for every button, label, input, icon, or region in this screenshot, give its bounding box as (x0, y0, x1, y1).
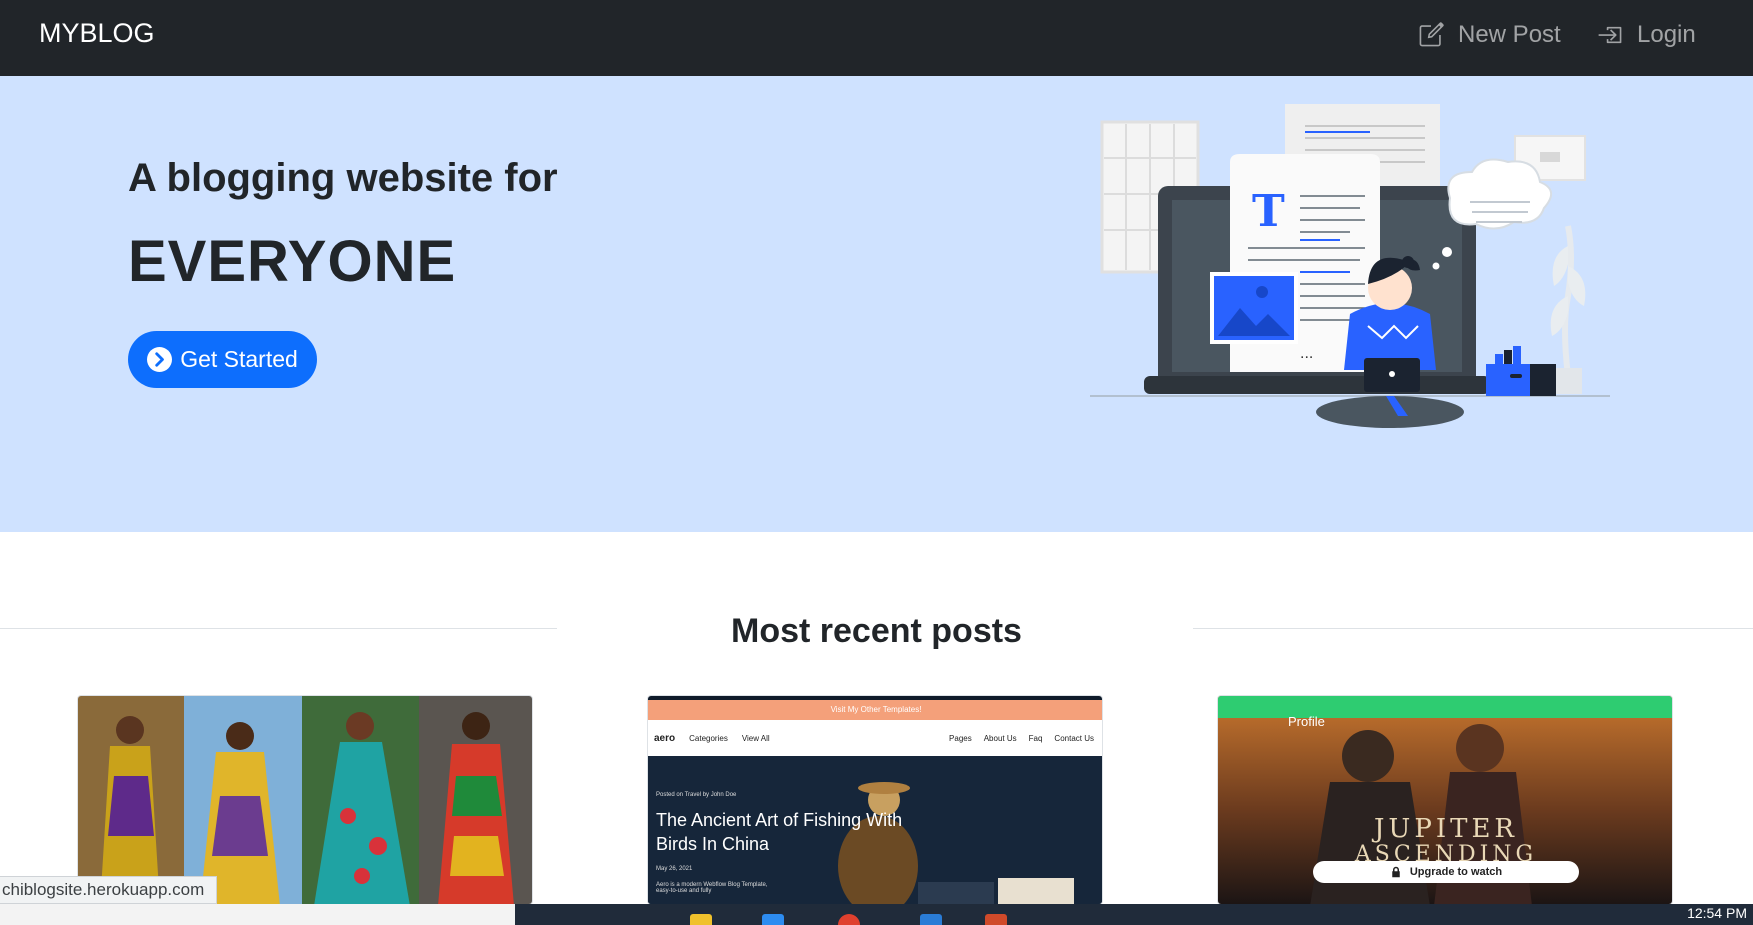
pencil-square-icon (1419, 22, 1444, 47)
get-started-button[interactable]: Get Started (128, 331, 317, 388)
hero-section: A blogging website for EVERYONE Get Star… (0, 76, 1753, 532)
template-nav-item: Pages (949, 733, 972, 743)
movie-title: JUPITER ASCENDING (1218, 814, 1672, 867)
template-nav-item: About Us (983, 733, 1017, 743)
login-link[interactable]: Login (1597, 21, 1696, 49)
template-headline: The Ancient Art of Fishing With Birds In… (656, 810, 903, 854)
movie-title-line1: JUPITER (1374, 814, 1518, 844)
brand-link[interactable]: MYBLOG (39, 18, 155, 49)
app-profile-label: Profile (1288, 714, 1325, 729)
link-status-url: chiblogsite.herokuapp.com (0, 876, 218, 904)
file-explorer-icon[interactable] (690, 914, 712, 925)
taskbar-search[interactable] (0, 904, 515, 925)
template-nav-item: View All (741, 733, 770, 743)
post-card[interactable] (77, 695, 533, 905)
upgrade-label: Upgrade to watch (1409, 866, 1503, 878)
vscode-icon[interactable] (920, 914, 942, 925)
svg-text:T: T (1252, 186, 1285, 237)
get-started-label: Get Started (180, 346, 298, 372)
chevron-circle-right-icon (147, 347, 173, 372)
post-image-fashion-collage (78, 696, 532, 904)
navbar: MYBLOG New Post Login (0, 0, 1753, 76)
new-post-label: New Post (1458, 21, 1561, 48)
blogging-illustration: T ... (1090, 104, 1610, 428)
lock-icon (1392, 866, 1400, 878)
app-icon[interactable] (762, 914, 784, 925)
section-title: Most recent posts (731, 612, 1022, 650)
login-label: Login (1637, 21, 1696, 48)
template-nav-item: Faq (1028, 733, 1043, 743)
svg-text:...: ... (1300, 345, 1313, 362)
template-nav-item: Categories (689, 733, 728, 743)
upgrade-button: Upgrade to watch (1313, 861, 1579, 883)
app-status-bar (1218, 696, 1672, 718)
new-post-link[interactable]: New Post (1418, 21, 1561, 49)
hero-highlight: EVERYONE (128, 229, 457, 294)
box-arrow-in-right-icon (1598, 26, 1622, 44)
template-date: May 26, 2021 (656, 866, 693, 872)
post-card[interactable]: Profile JUPITER ASCENDING Upgrade to wat… (1217, 695, 1673, 905)
hero-heading: A blogging website for (128, 156, 558, 200)
template-nav-item: Contact Us (1054, 733, 1094, 743)
taskbar-clock: 12:54 PM (1687, 905, 1747, 921)
post-card[interactable]: Visit My Other Templates! aero Categorie… (647, 695, 1103, 905)
template-logo: aero (654, 732, 676, 744)
office-icon[interactable] (985, 914, 1007, 925)
template-blurb: Aero is a modern Webflow Blog Template, … (656, 882, 768, 894)
template-nav: aero Categories View All Pages About Us … (648, 720, 1102, 756)
template-posted: Posted on Travel by John Doe (656, 792, 737, 798)
template-banner: Visit My Other Templates! (648, 700, 1102, 720)
